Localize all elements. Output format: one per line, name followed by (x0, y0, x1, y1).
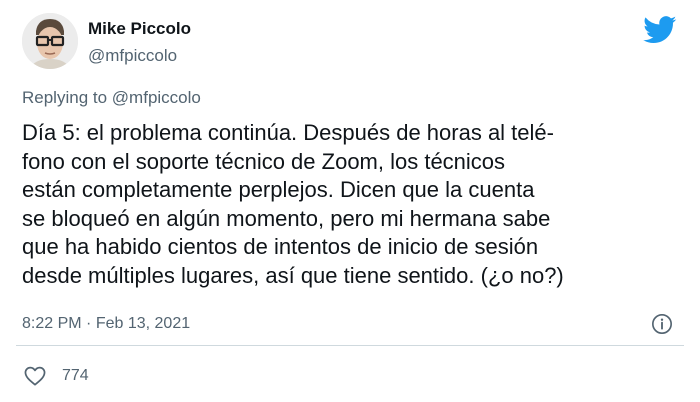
tweet-timestamp[interactable]: 8:22 PM · Feb 13, 2021 (22, 315, 190, 333)
display-name[interactable]: Mike Piccolo (88, 19, 191, 39)
heart-icon[interactable] (24, 366, 46, 386)
info-icon[interactable] (651, 313, 673, 335)
like-count[interactable]: 774 (62, 367, 89, 385)
reply-prefix: Replying to (22, 88, 108, 107)
divider (16, 345, 684, 346)
avatar-portrait-icon (22, 13, 78, 69)
reply-context: Replying to @mfpiccolo (22, 88, 201, 108)
tweet-text-line: se bloqueó en algún momento, pero mi her… (22, 205, 551, 231)
tweet-time: 8:22 PM (22, 315, 82, 332)
timestamp-separator: · (86, 315, 92, 332)
tweet-date: Feb 13, 2021 (95, 315, 191, 332)
tweet-text-line: Día 5: el problema continúa. Después de … (22, 120, 554, 145)
tweet-text-line: están completamente perplejos. Dicen que… (22, 177, 535, 203)
user-handle[interactable]: @mfpiccolo (88, 46, 177, 66)
tweet-card: Mike Piccolo @mfpiccolo Replying to @mfp… (0, 0, 700, 402)
tweet-text-line: que ha habido cientos de intentos de ini… (22, 234, 539, 260)
tweet-text: Día 5: el problema continúa. Después de … (22, 119, 682, 291)
twitter-bird-icon[interactable] (643, 16, 677, 44)
avatar[interactable] (22, 13, 78, 69)
tweet-text-line: desde múltiples lugares, así que tiene s… (22, 262, 564, 288)
reply-mention-link[interactable]: @mfpiccolo (112, 88, 201, 107)
tweet-text-line: fono con el soporte técnico de Zoom, los… (22, 148, 506, 174)
